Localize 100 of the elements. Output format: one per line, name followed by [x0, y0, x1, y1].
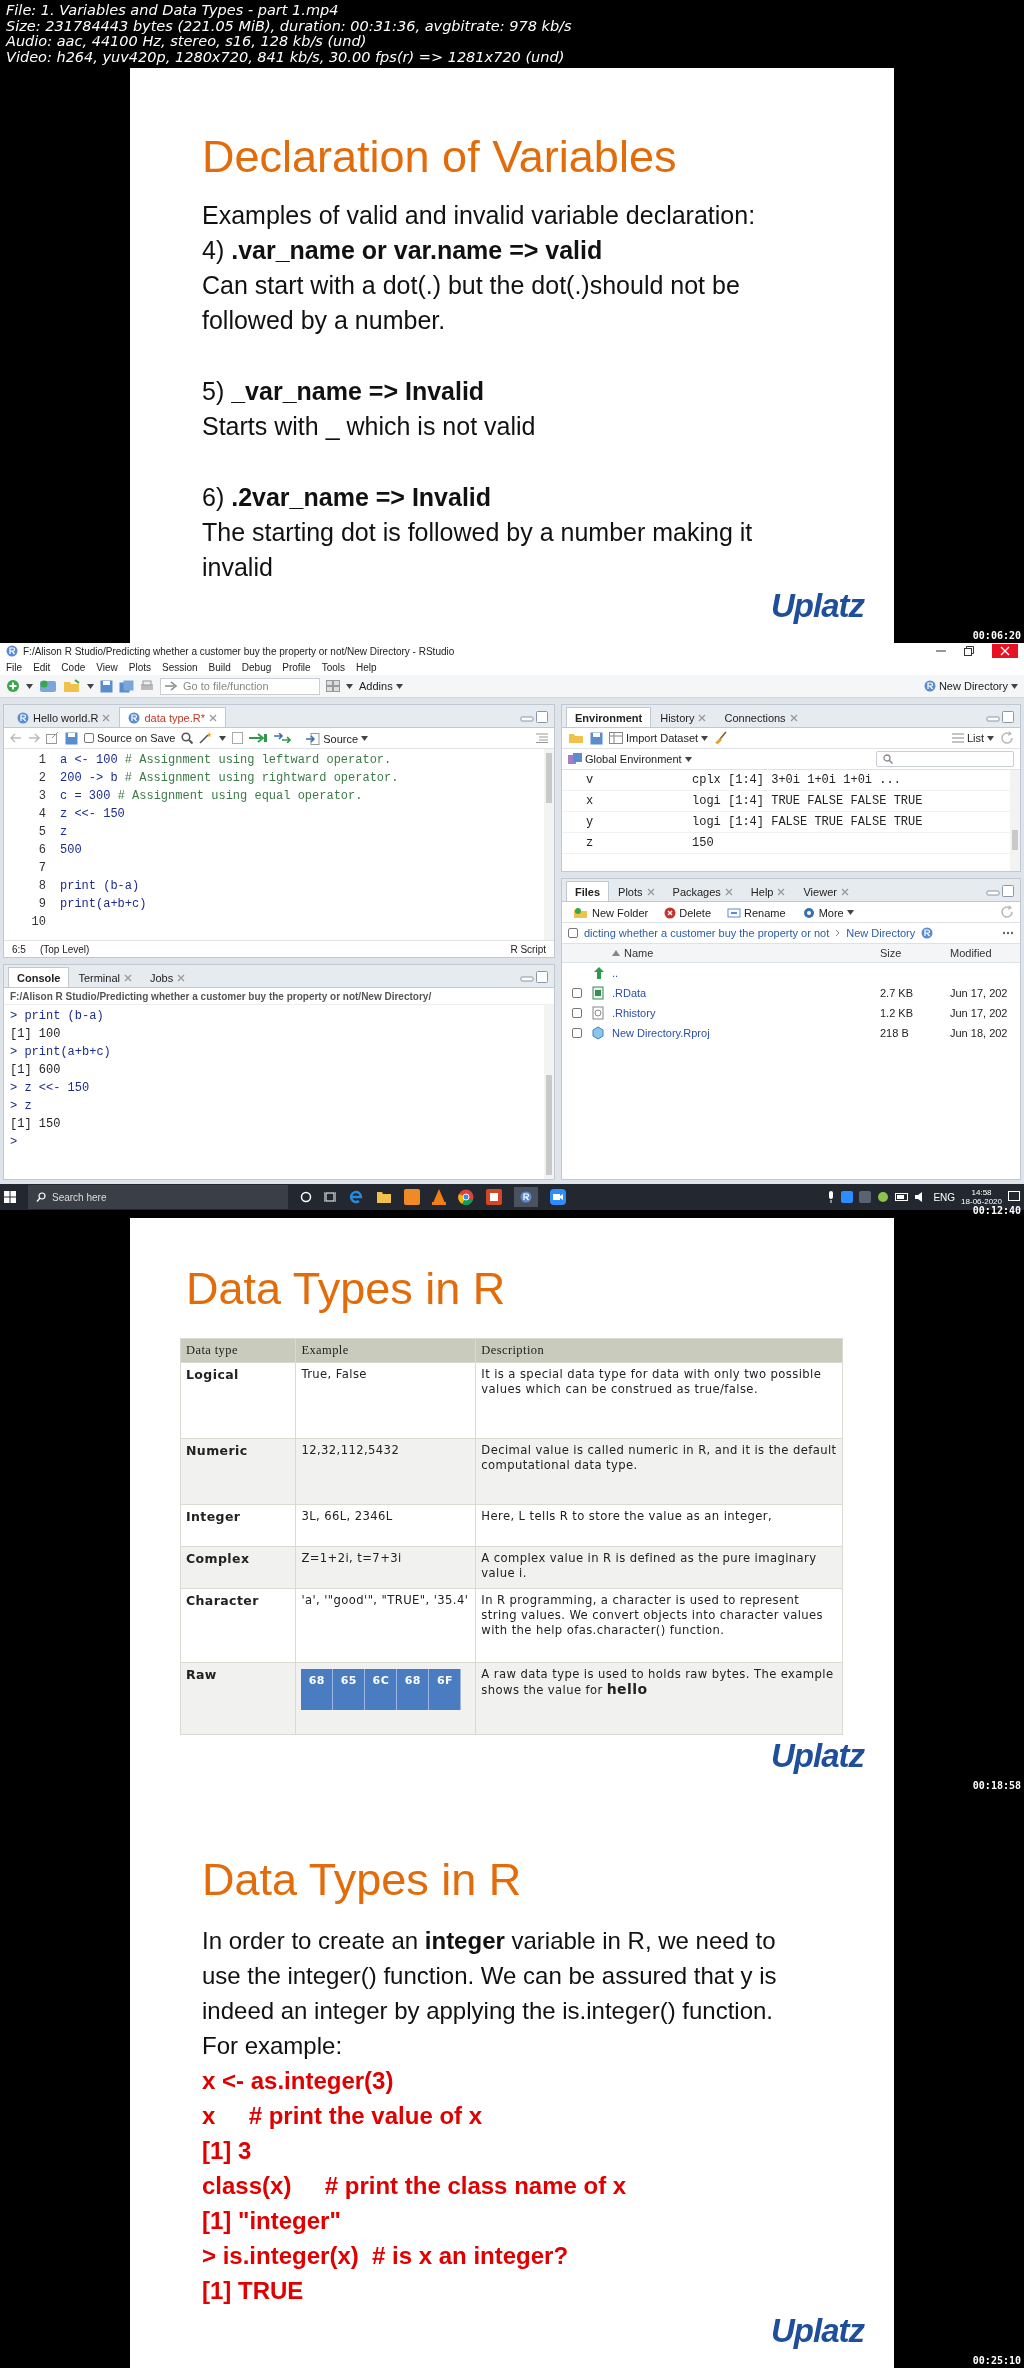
tab[interactable]: Packages: [663, 881, 742, 901]
tab[interactable]: Jobs: [141, 967, 195, 987]
toolbar-button[interactable]: More: [796, 904, 859, 920]
checkbox[interactable]: [572, 1028, 582, 1038]
environment-selector[interactable]: Global Environment: [568, 753, 692, 765]
tab[interactable]: History: [651, 707, 716, 727]
clock[interactable]: 14:58 18-06-2020: [961, 1188, 1002, 1206]
close-icon[interactable]: [777, 887, 786, 896]
close-icon[interactable]: [698, 713, 707, 722]
new-project-icon[interactable]: [39, 679, 57, 693]
print-icon[interactable]: [140, 679, 154, 693]
task-view-icon[interactable]: [324, 1191, 336, 1203]
rerun-icon[interactable]: [273, 733, 292, 743]
menu-item[interactable]: Build: [208, 661, 231, 673]
checkbox[interactable]: [572, 988, 582, 998]
maximize-icon[interactable]: [1002, 885, 1014, 897]
go-to-file-field[interactable]: Go to file/function: [160, 677, 320, 695]
tray-app-icon[interactable]: [877, 1191, 890, 1203]
wand-icon[interactable]: [199, 732, 214, 744]
source-button[interactable]: Source: [297, 730, 378, 746]
file-link[interactable]: .Rhistory: [612, 1007, 880, 1019]
search-field[interactable]: [876, 751, 1014, 767]
tab[interactable]: data type.R*: [119, 707, 226, 727]
tab[interactable]: Hello world.R: [8, 707, 120, 727]
microphone-icon[interactable]: [827, 1191, 836, 1203]
tray-app-icon[interactable]: [841, 1191, 854, 1203]
browser-icon[interactable]: [458, 1189, 474, 1205]
toolbar-button[interactable]: New Folder: [568, 904, 654, 920]
menu-item[interactable]: Tools: [321, 661, 345, 673]
menu-item[interactable]: Plots: [128, 661, 151, 673]
page-icon[interactable]: [232, 732, 244, 744]
search-icon[interactable]: [181, 732, 194, 744]
refresh-icon[interactable]: [1000, 905, 1014, 919]
menu-item[interactable]: File: [6, 661, 23, 673]
project-menu[interactable]: New Directory: [923, 680, 1018, 692]
taskbar-search-field[interactable]: Search here: [28, 1185, 288, 1209]
tab[interactable]: Plots: [609, 881, 664, 901]
menu-item[interactable]: Code: [61, 661, 86, 673]
tab[interactable]: Environment: [566, 707, 652, 727]
restore-icon[interactable]: [964, 646, 974, 656]
notification-icon[interactable]: [1008, 1191, 1020, 1203]
grid-icon[interactable]: [326, 680, 340, 692]
menu-item[interactable]: Session: [162, 661, 198, 673]
menu-item[interactable]: Profile: [282, 661, 311, 673]
file-type-selector[interactable]: R Script: [510, 943, 546, 955]
file-link[interactable]: ..: [612, 967, 880, 979]
menu-item[interactable]: View: [96, 661, 118, 673]
file-link[interactable]: New Directory.Rproj: [612, 1027, 880, 1039]
close-icon[interactable]: [992, 644, 1018, 658]
windows-icon[interactable]: [4, 1191, 16, 1203]
refresh-icon[interactable]: [1000, 731, 1014, 745]
save-icon[interactable]: [65, 731, 78, 745]
video-call-icon[interactable]: [550, 1189, 566, 1205]
breadcrumb-link[interactable]: dicting whether a customer buy the property or not: [584, 927, 830, 939]
cone-icon[interactable]: [432, 1189, 446, 1205]
breadcrumb-link[interactable]: New Directory: [846, 927, 916, 939]
language-indicator[interactable]: ENG: [933, 1191, 956, 1203]
maximize-icon[interactable]: [536, 711, 548, 723]
show-in-window-icon[interactable]: [46, 732, 59, 744]
tab[interactable]: Files: [566, 881, 610, 901]
scrollbar-thumb[interactable]: [546, 753, 552, 803]
folder-icon[interactable]: [376, 1190, 392, 1204]
close-icon[interactable]: [646, 887, 655, 896]
menu-item[interactable]: Debug: [241, 661, 272, 673]
tab[interactable]: Connections: [715, 707, 807, 727]
checkbox[interactable]: [84, 733, 94, 743]
scrollbar-thumb[interactable]: [1012, 830, 1018, 850]
outline-icon[interactable]: [536, 733, 548, 743]
close-icon[interactable]: [208, 713, 217, 722]
maximize-icon[interactable]: [536, 971, 548, 983]
save-icon[interactable]: [590, 731, 603, 745]
more-icon[interactable]: [1002, 931, 1014, 935]
close-icon[interactable]: [124, 973, 132, 982]
save-all-icon[interactable]: [119, 679, 134, 693]
broom-icon[interactable]: [714, 731, 729, 745]
column-header[interactable]: Modified: [950, 947, 1020, 959]
tab[interactable]: Help: [741, 881, 795, 901]
column-header[interactable]: Name: [612, 947, 880, 959]
maximize-icon[interactable]: [1002, 711, 1014, 723]
back-icon[interactable]: [10, 733, 22, 743]
close-icon[interactable]: [840, 887, 849, 896]
open-folder-icon[interactable]: [63, 679, 81, 693]
column-header[interactable]: Size: [880, 947, 950, 959]
forward-icon[interactable]: [28, 733, 40, 743]
checkbox[interactable]: [568, 928, 578, 938]
tab[interactable]: Console: [8, 967, 70, 987]
file-link[interactable]: .RData: [612, 987, 880, 999]
close-icon[interactable]: [177, 973, 186, 982]
close-icon[interactable]: [102, 713, 111, 722]
menu-item[interactable]: Help: [356, 661, 377, 673]
menu-item[interactable]: Edit: [33, 661, 51, 673]
tab[interactable]: Terminal: [69, 967, 141, 987]
scope-selector[interactable]: (Top Level): [39, 943, 90, 955]
circle-icon[interactable]: [300, 1191, 312, 1203]
checkbox[interactable]: [572, 1008, 582, 1018]
scrollbar-thumb[interactable]: [546, 1075, 552, 1175]
battery-icon[interactable]: [895, 1193, 910, 1201]
view-mode-menu[interactable]: List: [951, 732, 994, 744]
import-dataset-menu[interactable]: Import Dataset: [609, 732, 709, 744]
open-folder-icon[interactable]: [568, 732, 584, 744]
